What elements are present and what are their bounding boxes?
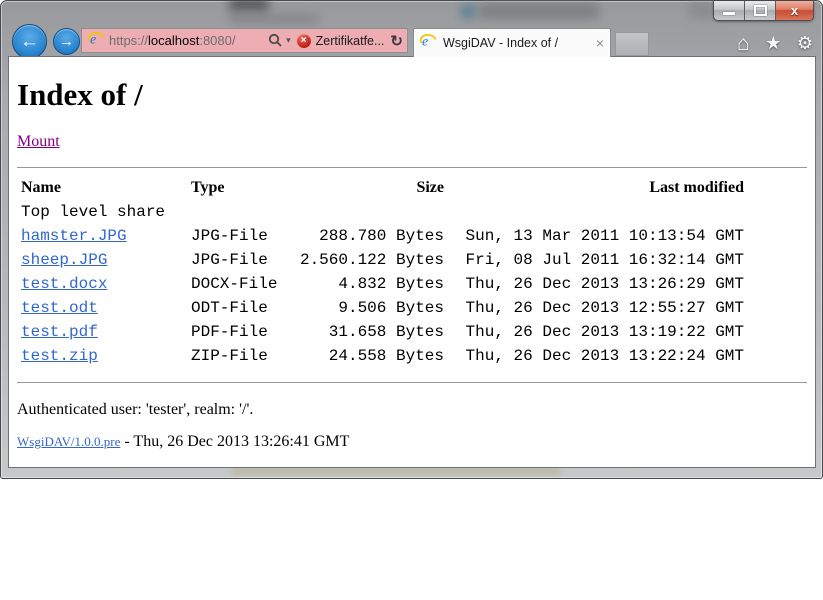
tab-wsgidav[interactable]: e WsgiDAV - Index of / × (413, 28, 611, 57)
tab-close-icon[interactable]: × (596, 36, 604, 50)
ie-logo-icon: e (420, 33, 437, 53)
close-icon: x (791, 4, 798, 17)
file-table-body: Top level share hamster.JPG JPG-File 288… (21, 200, 744, 368)
header-type: Type (191, 176, 296, 200)
file-link[interactable]: test.odt (21, 299, 98, 317)
forward-button[interactable]: → (53, 28, 80, 55)
home-icon[interactable]: ⌂ (737, 33, 750, 54)
file-size: 24.558 Bytes (296, 344, 444, 368)
search-icon (268, 33, 283, 48)
chevron-down-icon: ▾ (286, 35, 291, 46)
file-type: JPG-File (191, 248, 296, 272)
file-link[interactable]: test.docx (21, 275, 107, 293)
file-type: ODT-File (191, 296, 296, 320)
certificate-error-label: Zertifikatfe... (316, 34, 385, 48)
minimize-button[interactable] (714, 1, 745, 20)
favorites-star-icon[interactable]: ★ (765, 34, 781, 52)
back-arrow-icon: ← (20, 32, 39, 51)
wsgidav-version-link[interactable]: WsgiDAV/1.0.0.pre (17, 434, 120, 449)
file-type: PDF-File (191, 320, 296, 344)
file-size: 4.832 Bytes (296, 272, 444, 296)
table-row: test.pdf PDF-File 31.658 Bytes Thu, 26 D… (21, 320, 744, 344)
file-modified: Thu, 26 Dec 2013 13:19:22 GMT (444, 320, 744, 344)
divider (17, 382, 807, 383)
file-size: 2.560.122 Bytes (296, 248, 444, 272)
forward-arrow-icon: → (59, 34, 74, 49)
certificate-error-icon: × (297, 34, 311, 48)
table-row: sheep.JPG JPG-File 2.560.122 Bytes Fri, … (21, 248, 744, 272)
file-modified: Fri, 08 Jul 2011 16:32:14 GMT (444, 248, 744, 272)
mount-paragraph: Mount (17, 133, 807, 151)
browser-window: x ← → e https://localhost:8080/ (0, 0, 823, 479)
file-modified: Thu, 26 Dec 2013 12:55:27 GMT (444, 296, 744, 320)
auth-status-text: Authenticated user: 'tester', realm: '/'… (17, 401, 807, 419)
file-type: JPG-File (191, 224, 296, 248)
maximize-icon (754, 5, 767, 16)
file-size: 9.506 Bytes (296, 296, 444, 320)
url-host: localhost (148, 33, 199, 48)
url-text[interactable]: https://localhost:8080/ (109, 33, 268, 48)
share-note-row: Top level share (21, 200, 744, 224)
certificate-error-button[interactable]: × Zertifikatfe... (297, 34, 385, 48)
file-type: ZIP-File (191, 344, 296, 368)
search-control[interactable]: ▾ (268, 33, 291, 48)
wsgidav-index-page: Index of / Mount Name Type Size Last mod… (9, 57, 815, 467)
file-table: Name Type Size Last modified Top level s… (21, 176, 744, 368)
file-link[interactable]: test.pdf (21, 323, 98, 341)
maximize-button[interactable] (745, 1, 776, 20)
address-bar[interactable]: e https://localhost:8080/ ▾ × Zertifikat… (81, 28, 408, 53)
file-link[interactable]: test.zip (21, 347, 98, 365)
table-header-row: Name Type Size Last modified (21, 176, 744, 200)
ie-logo-icon: e (88, 31, 105, 51)
file-type: DOCX-File (191, 272, 296, 296)
mount-link[interactable]: Mount (17, 133, 60, 150)
screenshot-stage: x ← → e https://localhost:8080/ (0, 0, 823, 600)
minimize-icon (723, 12, 735, 15)
refresh-icon[interactable]: ↻ (390, 32, 403, 50)
page-title: Index of / (17, 77, 807, 113)
file-modified: Thu, 26 Dec 2013 13:26:29 GMT (444, 272, 744, 296)
file-modified: Sun, 13 Mar 2011 10:13:54 GMT (444, 224, 744, 248)
server-signature: WsgiDAV/1.0.0.pre - Thu, 26 Dec 2013 13:… (17, 433, 807, 451)
browser-viewport: Index of / Mount Name Type Size Last mod… (8, 56, 816, 468)
header-last-modified: Last modified (444, 176, 744, 200)
close-button[interactable]: x (776, 1, 813, 20)
url-scheme: https:// (109, 33, 148, 48)
server-timestamp: - Thu, 26 Dec 2013 13:26:41 GMT (120, 433, 349, 450)
back-button[interactable]: ← (12, 24, 47, 59)
table-row: test.docx DOCX-File 4.832 Bytes Thu, 26 … (21, 272, 744, 296)
file-modified: Thu, 26 Dec 2013 13:22:24 GMT (444, 344, 744, 368)
glass-blur-decoration (229, 15, 319, 23)
table-row: test.odt ODT-File 9.506 Bytes Thu, 26 De… (21, 296, 744, 320)
share-note: Top level share (21, 200, 744, 224)
glass-blur-decoration (229, 0, 269, 11)
glass-blur-decoration (479, 3, 599, 19)
glass-blur-decoration (461, 5, 475, 18)
header-name: Name (21, 176, 191, 200)
file-link[interactable]: sheep.JPG (21, 251, 107, 269)
window-controls: x (713, 1, 814, 21)
settings-gear-icon[interactable]: ⚙ (797, 34, 813, 52)
url-rest: :8080/ (199, 33, 235, 48)
table-row: test.zip ZIP-File 24.558 Bytes Thu, 26 D… (21, 344, 744, 368)
glass-blur-decoration (689, 1, 715, 19)
file-size: 31.658 Bytes (296, 320, 444, 344)
new-tab-button[interactable] (615, 32, 649, 56)
file-link[interactable]: hamster.JPG (21, 227, 127, 245)
file-size: 288.780 Bytes (296, 224, 444, 248)
tab-title: WsgiDAV - Index of / (443, 36, 592, 50)
divider (17, 167, 807, 168)
header-size: Size (296, 176, 444, 200)
table-row: hamster.JPG JPG-File 288.780 Bytes Sun, … (21, 224, 744, 248)
toolbar-icons: ⌂ ★ ⚙ (737, 31, 813, 55)
